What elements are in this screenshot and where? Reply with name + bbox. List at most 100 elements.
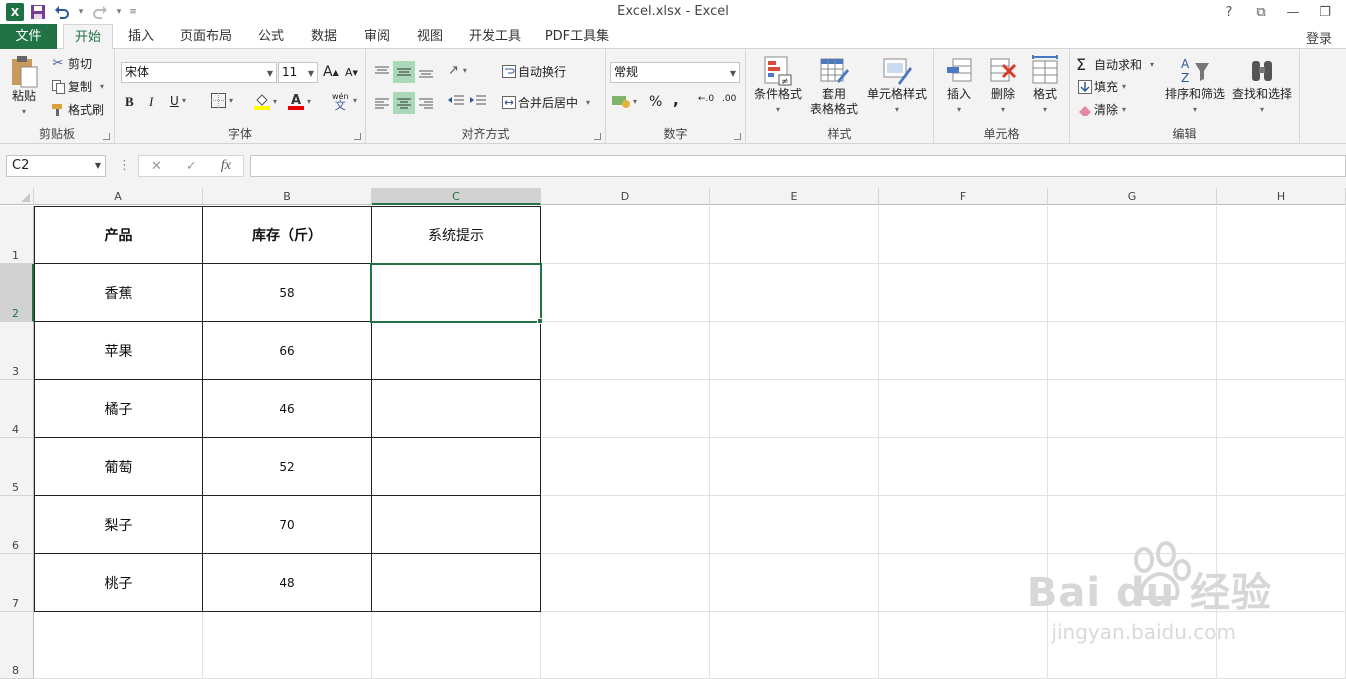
undo-dropdown-icon[interactable]: ▾	[76, 2, 86, 22]
cell-b3[interactable]: 66	[203, 322, 372, 380]
cell-b5[interactable]: 52	[203, 438, 372, 496]
font-name-dropdown-icon[interactable]: ▼	[267, 64, 273, 83]
tab-home[interactable]: 开始	[63, 24, 113, 50]
enter-icon[interactable]: ✓	[186, 159, 197, 174]
cell-c3[interactable]	[372, 322, 541, 380]
increase-decimal-button[interactable]: ←.0	[698, 94, 714, 104]
cell-e3[interactable]	[710, 322, 879, 380]
select-all-button[interactable]	[0, 188, 34, 205]
cell-d5[interactable]	[541, 438, 710, 496]
format-cells-button[interactable]: 格式 ▾	[1024, 55, 1066, 117]
bold-button[interactable]: B	[125, 94, 134, 110]
borders-button[interactable]: ▾	[211, 93, 233, 108]
cell-d3[interactable]	[541, 322, 710, 380]
cell-f5[interactable]	[879, 438, 1048, 496]
accounting-format-button[interactable]: ▾	[612, 94, 637, 108]
row-header-1[interactable]: 1	[0, 206, 34, 264]
column-header-f[interactable]: F	[879, 188, 1048, 205]
cell-c4[interactable]	[372, 380, 541, 438]
cell-f8[interactable]	[879, 612, 1048, 679]
grow-font-button[interactable]: A ▲	[323, 64, 339, 80]
redo-icon[interactable]	[90, 2, 110, 22]
sort-filter-button[interactable]: AZ 排序和筛选 ▾	[1164, 55, 1226, 117]
align-right-button[interactable]	[416, 92, 436, 114]
tab-data[interactable]: 数据	[302, 24, 346, 49]
formula-input[interactable]	[250, 155, 1346, 177]
cell-a5[interactable]: 葡萄	[34, 438, 203, 496]
tab-insert[interactable]: 插入	[119, 24, 163, 49]
cell-e1[interactable]	[710, 206, 879, 264]
cell-f7[interactable]	[879, 554, 1048, 612]
font-launcher-icon[interactable]	[354, 133, 361, 140]
insert-cells-dropdown-icon[interactable]: ▾	[957, 102, 961, 117]
align-top-button[interactable]	[372, 61, 392, 83]
italic-button[interactable]: I	[149, 94, 153, 110]
column-header-e[interactable]: E	[710, 188, 879, 205]
wrap-text-button[interactable]: 自动换行	[500, 63, 566, 80]
row-header-3[interactable]: 3	[0, 322, 34, 380]
cell-e6[interactable]	[710, 496, 879, 554]
cell-a2[interactable]: 香蕉	[34, 264, 203, 322]
cell-f6[interactable]	[879, 496, 1048, 554]
cell-d8[interactable]	[541, 612, 710, 679]
cell-styles-button[interactable]: 单元格样式 ▾	[864, 55, 930, 117]
cell-b7[interactable]: 48	[203, 554, 372, 612]
tab-pdf-tools[interactable]: PDF工具集	[540, 24, 614, 49]
format-painter-button[interactable]: 格式刷	[50, 101, 104, 118]
fill-dropdown-icon[interactable]: ▾	[1122, 82, 1126, 91]
orientation-dropdown-icon[interactable]: ▾	[463, 66, 467, 75]
cell-f3[interactable]	[879, 322, 1048, 380]
column-header-g[interactable]: G	[1048, 188, 1217, 205]
autosum-button[interactable]: Σ 自动求和 ▾	[1076, 55, 1154, 74]
formula-bar-splitter[interactable]: ⋮	[118, 158, 131, 173]
cell-h4[interactable]	[1217, 380, 1346, 438]
column-header-a[interactable]: A	[34, 188, 203, 205]
tab-page-layout[interactable]: 页面布局	[173, 24, 239, 49]
customize-qat-icon[interactable]: ≡	[128, 2, 138, 22]
sort-filter-dropdown-icon[interactable]: ▾	[1193, 102, 1197, 117]
cell-c8[interactable]	[372, 612, 541, 679]
cut-button[interactable]: ✂ 剪切	[50, 55, 92, 72]
cell-g5[interactable]	[1048, 438, 1217, 496]
cell-g4[interactable]	[1048, 380, 1217, 438]
undo-icon[interactable]	[52, 2, 72, 22]
accounting-dropdown-icon[interactable]: ▾	[633, 97, 637, 106]
cell-b8[interactable]	[203, 612, 372, 679]
row-header-7[interactable]: 7	[0, 554, 34, 612]
cell-b2[interactable]: 58	[203, 264, 372, 322]
alignment-launcher-icon[interactable]	[594, 133, 601, 140]
column-header-d[interactable]: D	[541, 188, 710, 205]
column-header-b[interactable]: B	[203, 188, 372, 205]
find-select-button[interactable]: 查找和选择 ▾	[1228, 55, 1296, 117]
name-box[interactable]: C2 ▼	[6, 155, 106, 177]
cell-d1[interactable]	[541, 206, 710, 264]
fill-color-dropdown-icon[interactable]: ▾	[273, 97, 277, 106]
phonetic-guide-button[interactable]: wén 文	[332, 92, 349, 111]
cell-b6[interactable]: 70	[203, 496, 372, 554]
row-header-4[interactable]: 4	[0, 380, 34, 438]
tab-review[interactable]: 审阅	[355, 24, 399, 49]
phonetic-dropdown-icon[interactable]: ▾	[353, 96, 357, 105]
align-middle-button[interactable]	[393, 61, 415, 83]
tab-formulas[interactable]: 公式	[249, 24, 293, 49]
cell-a1[interactable]: 产品	[34, 206, 203, 264]
percent-button[interactable]: %	[649, 94, 662, 110]
cell-a6[interactable]: 梨子	[34, 496, 203, 554]
align-bottom-button[interactable]	[416, 61, 436, 83]
row-header-8[interactable]: 8	[0, 612, 34, 679]
cell-e2[interactable]	[710, 264, 879, 322]
cell-c5[interactable]	[372, 438, 541, 496]
cancel-icon[interactable]: ✕	[151, 159, 162, 174]
cell-a3[interactable]: 苹果	[34, 322, 203, 380]
tab-file[interactable]: 文件	[0, 24, 57, 49]
cell-h5[interactable]	[1217, 438, 1346, 496]
cell-c6[interactable]	[372, 496, 541, 554]
fill-handle[interactable]	[537, 318, 543, 324]
cell-e5[interactable]	[710, 438, 879, 496]
number-launcher-icon[interactable]	[734, 133, 741, 140]
cell-h1[interactable]	[1217, 206, 1346, 264]
restore-button[interactable]: ❐	[1312, 2, 1338, 22]
clipboard-launcher-icon[interactable]	[103, 133, 110, 140]
merge-center-button[interactable]: 合并后居中 ▾	[500, 94, 590, 111]
find-select-dropdown-icon[interactable]: ▾	[1260, 102, 1264, 117]
